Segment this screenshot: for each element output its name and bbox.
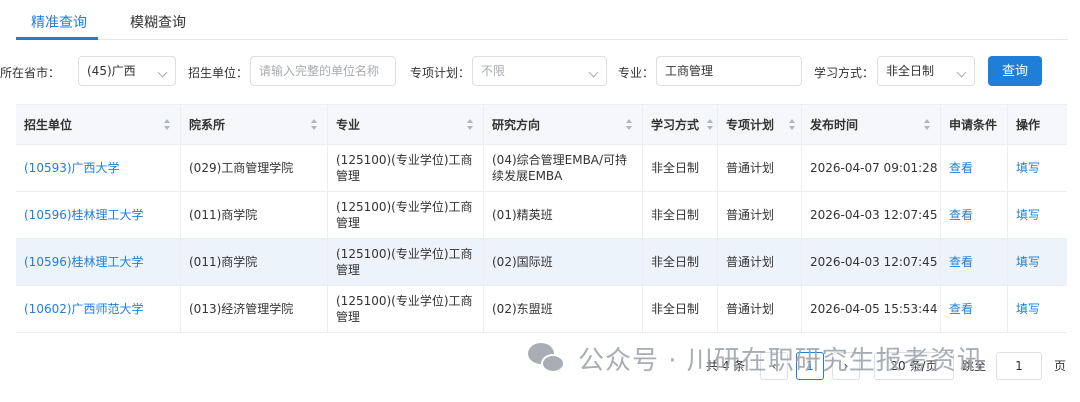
results-table: 招生单位 院系所 专业 研究方向 学习方式 专项计划 发布时间 申请条件 操作 … [16, 104, 1067, 333]
province-value: (45)广西 [87, 64, 136, 78]
unit-input[interactable] [259, 57, 395, 85]
special-plan-text: 普通计划 [726, 255, 775, 269]
watermark: 公众号 · 川研在职研究生报考资讯 [528, 338, 984, 378]
publish-time-text: 2026-04-03 12:07:45 [810, 208, 938, 222]
unit-label: 招生单位： [188, 66, 249, 80]
major-input[interactable] [665, 57, 801, 85]
table-header-row: 招生单位 院系所 专业 研究方向 学习方式 专项计划 发布时间 申请条件 操作 [16, 105, 1067, 145]
table-row: (10593)广西大学 (029)工商管理学院 (125100)(专业学位)工商… [16, 145, 1067, 192]
header-unit[interactable]: 招生单位 [16, 105, 181, 144]
fill-application-link[interactable]: 填写 [1016, 160, 1040, 176]
department-text: (029)工商管理学院 [189, 161, 294, 175]
study-mode-text: 非全日制 [651, 161, 700, 175]
view-conditions-link[interactable]: 查看 [949, 301, 973, 317]
tab-exact-query[interactable]: 精准查询 [31, 12, 87, 32]
sort-icon[interactable] [311, 119, 317, 131]
header-department[interactable]: 院系所 [181, 105, 328, 144]
mode-label: 学习方式： [814, 66, 875, 80]
query-button[interactable]: 查询 [988, 56, 1042, 86]
major-input-box [656, 56, 802, 86]
department-text: (011)商学院 [189, 208, 258, 222]
plan-select[interactable]: 不限 [472, 56, 607, 86]
mode-select[interactable]: 非全日制 [877, 56, 975, 86]
study-mode-text: 非全日制 [651, 302, 700, 316]
publish-time-text: 2026-04-03 12:07:45 [810, 255, 938, 269]
direction-text: (02)东盟班 [492, 302, 553, 316]
header-conditions: 申请条件 [941, 105, 1008, 144]
view-conditions-link[interactable]: 查看 [949, 160, 973, 176]
special-plan-text: 普通计划 [726, 208, 775, 222]
view-conditions-link[interactable]: 查看 [949, 254, 973, 270]
major-text: (125100)(专业学位)工商管理 [336, 247, 473, 277]
department-text: (013)经济管理学院 [189, 302, 294, 316]
unit-link[interactable]: (10602)广西师范大学 [24, 301, 144, 317]
study-mode-text: 非全日制 [651, 255, 700, 269]
chevron-down-icon [157, 67, 168, 78]
query-tabs: 精准查询 模糊查询 [16, 0, 1068, 40]
province-select[interactable]: (45)广西 [78, 56, 176, 86]
chevron-down-icon [956, 67, 967, 78]
watermark-text: 公众号 · 川研在职研究生报考资讯 [578, 345, 984, 376]
fill-application-link[interactable]: 填写 [1016, 301, 1040, 317]
direction-text: (02)国际班 [492, 255, 553, 269]
unit-input-box [250, 56, 396, 86]
header-actions: 操作 [1016, 117, 1041, 132]
unit-link[interactable]: (10596)桂林理工大学 [24, 254, 144, 270]
view-conditions-link[interactable]: 查看 [949, 207, 973, 223]
table-row: (10596)桂林理工大学 (011)商学院 (125100)(专业学位)工商管… [16, 239, 1067, 286]
province-label: 所在省市： [0, 66, 61, 80]
major-label: 专业： [618, 66, 655, 80]
plan-value: 不限 [481, 64, 506, 78]
chevron-down-icon [588, 67, 599, 78]
special-plan-text: 普通计划 [726, 161, 775, 175]
sort-icon[interactable] [789, 119, 795, 131]
table-row: (10596)桂林理工大学 (011)商学院 (125100)(专业学位)工商管… [16, 192, 1067, 239]
mode-value: 非全日制 [886, 64, 935, 78]
sort-icon[interactable] [626, 119, 632, 131]
wechat-icon [528, 341, 568, 375]
sort-icon[interactable] [467, 119, 473, 131]
special-plan-text: 普通计划 [726, 302, 775, 316]
publish-time-text: 2026-04-05 15:53:44 [810, 302, 938, 316]
sort-icon[interactable] [707, 119, 713, 131]
unit-link[interactable]: (10593)广西大学 [24, 160, 120, 176]
page-suffix: 页 [1054, 359, 1067, 373]
major-text: (125100)(专业学位)工商管理 [336, 294, 473, 324]
header-direction[interactable]: 研究方向 [484, 105, 643, 144]
publish-time-text: 2026-04-07 09:01:28 [810, 161, 938, 175]
major-text: (125100)(专业学位)工商管理 [336, 200, 473, 230]
header-major[interactable]: 专业 [328, 105, 484, 144]
header-publish-time[interactable]: 发布时间 [802, 105, 941, 144]
goto-page-input[interactable]: 1 [996, 352, 1042, 380]
fill-application-link[interactable]: 填写 [1016, 207, 1040, 223]
unit-link[interactable]: (10596)桂林理工大学 [24, 207, 144, 223]
header-special-plan[interactable]: 专项计划 [718, 105, 802, 144]
sort-icon[interactable] [164, 119, 170, 131]
filter-bar: 所在省市： (45)广西 招生单位： 专项计划： 不限 专业： 学习方式： 非全… [0, 56, 1080, 86]
table-row: (10602)广西师范大学 (013)经济管理学院 (125100)(专业学位)… [16, 286, 1067, 333]
department-text: (011)商学院 [189, 255, 258, 269]
major-text: (125100)(专业学位)工商管理 [336, 153, 473, 183]
direction-text: (04)综合管理EMBA/可持续发展EMBA [492, 153, 628, 183]
fill-application-link[interactable]: 填写 [1016, 254, 1040, 270]
plan-label: 专项计划： [410, 66, 471, 80]
study-mode-text: 非全日制 [651, 208, 700, 222]
tab-fuzzy-query[interactable]: 模糊查询 [130, 12, 186, 32]
header-study-mode[interactable]: 学习方式 [643, 105, 718, 144]
active-tab-indicator [16, 37, 98, 40]
sort-icon[interactable] [924, 119, 930, 131]
direction-text: (01)精英班 [492, 208, 553, 222]
